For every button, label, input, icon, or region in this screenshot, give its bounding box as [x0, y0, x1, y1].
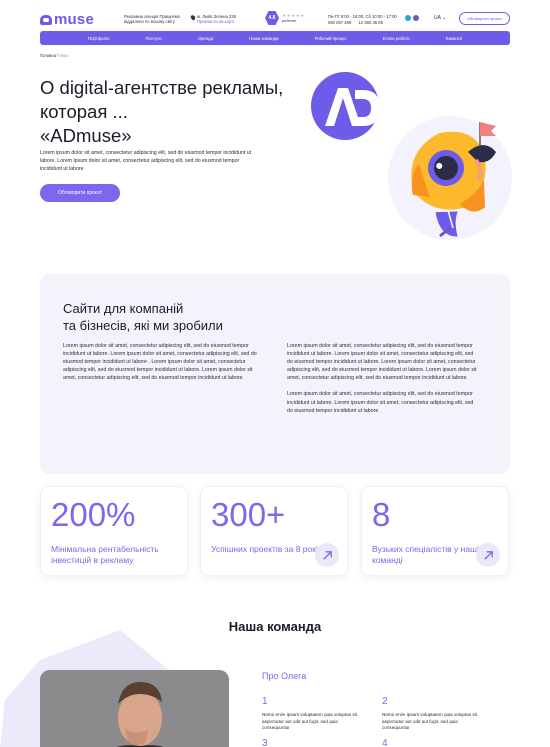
nav-item-team[interactable]: Наша команда [249, 36, 278, 41]
about-point-1: 1 Nemo enim ipsam voluptatem quia volupt… [262, 696, 362, 732]
nav-item-services[interactable]: Послуги [145, 36, 161, 41]
messenger-links [405, 15, 419, 21]
hero-cta-button[interactable]: Обговорити проєкт [40, 184, 120, 202]
arrow-up-right-icon[interactable] [315, 543, 339, 567]
logo-mark-icon [40, 14, 52, 25]
point-number: 4 [382, 738, 388, 747]
projects-text-right-2: Lorem ipsum dolor sit amet, consectetur … [287, 391, 474, 414]
arrow-up-right-icon[interactable] [476, 543, 500, 567]
header-address: м. Львів Зелена 238 Прокласти на карті [189, 14, 236, 24]
stat-card-roi: 200% Мінімальна рентабельність інвестиці… [40, 486, 188, 576]
stat-label: Успішних проектів за 8 років [211, 544, 323, 554]
header-cta-button[interactable]: Обговорити проєкт [459, 12, 510, 25]
breadcrumb-current: Інше [58, 53, 69, 58]
main-nav: Портфоліо Послуги Оренда Наша команда Ро… [40, 31, 510, 45]
nav-item-vacancies[interactable]: Вакансії [446, 36, 462, 41]
language-selector[interactable]: UA ⌄ [434, 15, 446, 21]
stat-card-specialists: 8 Вузьких спеціалістів у нашій команді [361, 486, 509, 576]
hero-description: Lorem ipsum dolor sit amet, consectetur … [40, 150, 252, 172]
nav-item-rent[interactable]: Оренда [198, 36, 213, 41]
viber-icon[interactable] [413, 15, 419, 21]
about-member-title: Про Олега [262, 671, 307, 681]
hero-title-line-2: которая ... [40, 101, 128, 122]
hero-title-line-1: О digital-агентстве рекламы, [40, 77, 284, 98]
logo-text: muse [54, 11, 94, 28]
address-map-link[interactable]: Прокласти на карті [197, 19, 236, 24]
telegram-icon[interactable] [405, 15, 411, 21]
point-text: Nemo enim ipsam voluptatem quia voluptas… [382, 712, 477, 730]
stat-value: 8 [372, 496, 391, 533]
site-header: muse Рекламна агенція Працюємо віддалено… [0, 0, 550, 30]
portrait-image [40, 670, 229, 747]
about-point-4: 4 [382, 738, 482, 747]
ad-logo-badge-icon [311, 72, 380, 140]
point-text: Nemo enim ipsam voluptatem quia voluptas… [262, 712, 357, 730]
projects-title-line-1: Сайти для компаній [63, 301, 184, 316]
breadcrumb-home[interactable]: Головна / [40, 53, 58, 58]
point-number: 1 [262, 696, 268, 707]
logo[interactable]: muse [40, 11, 94, 28]
projects-panel: Сайти для компаній та бізнесів, які ми з… [40, 274, 510, 474]
phone-2[interactable]: 12 360 36 65 [358, 20, 382, 25]
header-contacts: Пн-Пт 9:00 - 18:00, Сб 10:00 - 17:00 080… [328, 14, 397, 25]
about-point-3: 3 [262, 738, 362, 747]
stat-label: Мінімальна рентабельність інвестицій в р… [51, 544, 159, 565]
breadcrumb: Головна / Інше [40, 53, 69, 58]
hero-illustration [311, 72, 512, 240]
projects-text-right-1: Lorem ipsum dolor sit amet, consectetur … [287, 343, 477, 382]
phone-1[interactable]: 080 057 469 [328, 20, 351, 25]
stat-value: 300+ [211, 496, 286, 533]
stat-card-projects: 300+ Успішних проектів за 8 років [200, 486, 348, 576]
point-number: 3 [262, 738, 268, 747]
hero-title-line-3: «ADmuse» [40, 125, 132, 146]
projects-title: Сайти для компаній та бізнесів, які ми з… [63, 300, 223, 334]
point-number: 2 [382, 696, 388, 707]
rating-badge: 4.8 ★★★★★ рейтинг [265, 11, 305, 25]
rating-value: 4.8 [265, 11, 279, 25]
stat-label: Вузьких спеціалістів у нашій команді [372, 544, 484, 565]
location-pin-icon [189, 14, 197, 21]
team-member-photo [40, 670, 229, 747]
projects-text-right: Lorem ipsum dolor sit amet, consectetur … [287, 342, 477, 415]
projects-text-left: Lorem ipsum dolor sit amet, consectetur … [63, 343, 257, 382]
nav-item-stages[interactable]: Етапи роботи [383, 36, 410, 41]
header-tagline: Рекламна агенція Працюємо віддалено по в… [124, 14, 180, 24]
projects-title-line-2: та бізнесів, які ми зробили [63, 318, 223, 333]
nav-item-portfolio[interactable]: Портфоліо [88, 36, 109, 41]
rating-label: рейтинг [282, 18, 297, 23]
hero-title: О digital-агентстве рекламы, которая ...… [40, 76, 300, 148]
stat-value: 200% [51, 496, 136, 533]
nav-item-workflow[interactable]: Робочий процес [315, 36, 347, 41]
about-point-2: 2 Nemo enim ipsam voluptatem quia volupt… [382, 696, 482, 732]
